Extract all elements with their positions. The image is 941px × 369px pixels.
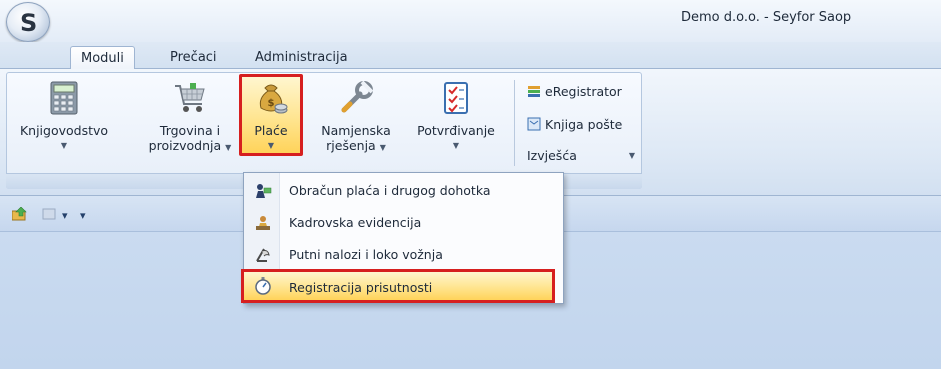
menu-item-label: Kadrovska evidencija [289, 215, 422, 230]
menu-item-label: Registracija prisutnosti [289, 280, 433, 295]
menu-item-label: Putni nalozi i loko vožnja [289, 247, 443, 262]
namjenska-label-line2: rješenja ▼ [326, 138, 386, 153]
tab-moduli[interactable]: Moduli [70, 46, 135, 70]
stack-icon [528, 86, 540, 97]
trgovina-label-line2: proizvodnja ▼ [148, 138, 232, 153]
ribbon-tab-row: Moduli Prečaci Administracija [0, 42, 941, 70]
knjigovodstvo-button[interactable]: Knjigovodstvo ▼ [14, 80, 114, 153]
window-title: Demo d.o.o. - Seyfor Saop [681, 10, 852, 25]
menu-item-putni-nalozi[interactable]: Putni nalozi i loko vožnja [244, 239, 563, 271]
chevron-down-icon: ▼ [628, 151, 635, 160]
place-label: Plaće [254, 123, 288, 138]
checklist-icon [444, 82, 468, 114]
izvjesca-button[interactable]: Izvješća ▼ [527, 148, 635, 163]
qat-dropdown-icon[interactable]: ▾ [62, 209, 68, 222]
menu-item-registracija-prisutnosti[interactable]: Registracija prisutnosti [241, 269, 555, 303]
payroll-icon [256, 184, 272, 198]
travel-icon [256, 248, 270, 262]
potvrdivanje-button[interactable]: Potvrđivanje ▼ [410, 80, 502, 153]
knjiga-poste-label: Knjiga pošte [545, 117, 623, 132]
menu-item-label: Obračun plaća i drugog dohotka [289, 183, 491, 198]
mail-book-icon [527, 117, 541, 131]
trgovina-button[interactable]: Trgovina i proizvodnja ▼ [135, 80, 245, 155]
app-logo-letter: S [20, 9, 38, 37]
menu-item-obracun-placa[interactable]: Obračun plaća i drugog dohotka [244, 175, 563, 207]
chevron-down-icon: ▼ [379, 143, 386, 152]
customize-qat-icon[interactable]: ▾ [80, 209, 86, 222]
place-button[interactable]: $ Plaće ▼ [242, 80, 300, 153]
chevron-down-icon: ▼ [452, 141, 460, 150]
eregistrator-label: eRegistrator [545, 84, 622, 99]
document-icon[interactable] [42, 208, 56, 220]
menu-item-kadrovska-evidencija[interactable]: Kadrovska evidencija [244, 207, 563, 239]
namjenska-rjesenja-button[interactable]: Namjenska rješenja ▼ [310, 80, 402, 155]
ribbon-separator [514, 80, 515, 166]
folder-up-icon[interactable] [12, 207, 28, 221]
calculator-icon [50, 81, 78, 115]
tab-precaci[interactable]: Prečaci [160, 46, 227, 70]
knjigovodstvo-label: Knjigovodstvo [19, 123, 109, 138]
trgovina-label-line1: Trgovina i [159, 123, 221, 138]
knjiga-poste-button[interactable]: Knjiga pošte [527, 117, 622, 132]
stopwatch-icon [255, 277, 271, 295]
place-dropdown-menu: Obračun plaća i drugog dohotka Kadrovska… [241, 172, 564, 304]
shopping-cart-icon [175, 83, 205, 112]
title-bar: S Demo d.o.o. - Seyfor Saop [0, 0, 941, 42]
svg-text:$: $ [268, 98, 275, 109]
money-bag-icon: $ [259, 84, 288, 114]
wrench-icon [341, 80, 374, 113]
chevron-down-icon: ▼ [267, 141, 275, 150]
app-menu-button[interactable]: S [6, 2, 50, 42]
chevron-down-icon: ▼ [225, 143, 232, 152]
eregistrator-button[interactable]: eRegistrator [527, 84, 622, 99]
namjenska-label-line1: Namjenska [321, 123, 391, 138]
tab-administracija[interactable]: Administracija [245, 46, 358, 70]
potvrdivanje-label: Potvrđivanje [417, 123, 495, 138]
chevron-down-icon: ▼ [60, 141, 68, 150]
izvjesca-label: Izvješća [527, 148, 577, 163]
personnel-icon [256, 216, 270, 230]
